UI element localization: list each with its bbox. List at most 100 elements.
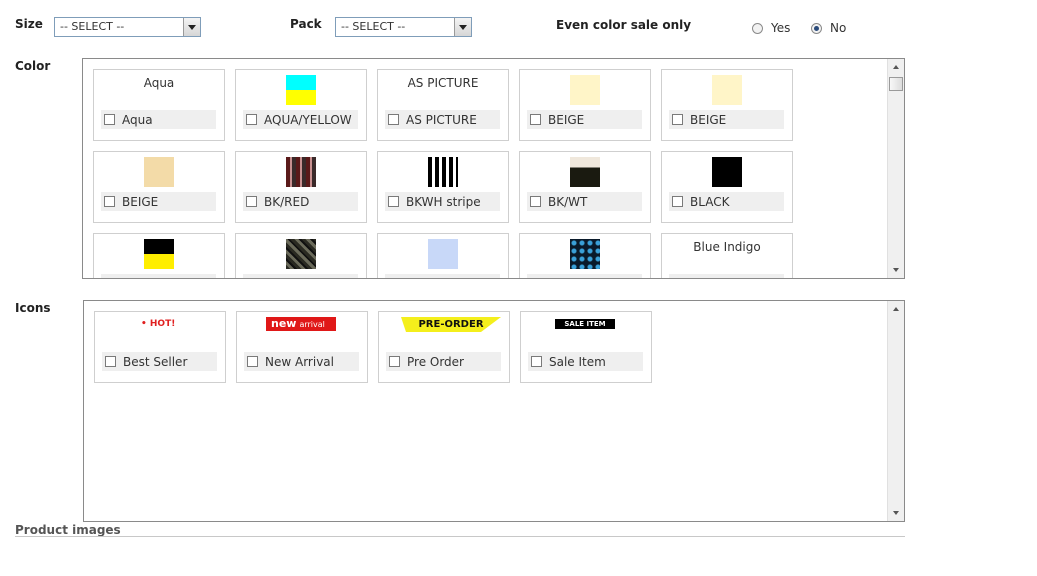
color-list[interactable]: Aqua Aqua AQUA/YELLOW AS PICTURE AS PICTURE B… bbox=[82, 58, 905, 279]
color-option[interactable]: BEIGE bbox=[101, 192, 216, 211]
color-option-label: BK/WT bbox=[548, 194, 588, 209]
checkbox[interactable] bbox=[530, 278, 541, 279]
color-option-label: AQUA/YELLOW bbox=[264, 112, 352, 127]
color-option[interactable] bbox=[101, 274, 216, 279]
color-option[interactable] bbox=[669, 274, 784, 279]
color-swatch bbox=[428, 157, 458, 187]
color-option-label: BK/RED bbox=[264, 194, 310, 209]
color-option-label: BKWH stripe bbox=[406, 194, 481, 209]
scroll-thumb[interactable] bbox=[889, 77, 903, 91]
icon-option[interactable]: Best Seller bbox=[102, 352, 217, 371]
color-tile[interactable]: AQUA/YELLOW bbox=[235, 69, 367, 141]
checkbox[interactable] bbox=[105, 356, 116, 367]
checkbox[interactable] bbox=[246, 278, 257, 279]
color-swatch bbox=[144, 239, 174, 269]
color-swatch-text: Blue Indigo bbox=[693, 240, 761, 254]
scroll-down-icon[interactable] bbox=[893, 268, 899, 272]
color-tile[interactable]: AS PICTURE AS PICTURE bbox=[377, 69, 509, 141]
color-option[interactable]: BKWH stripe bbox=[385, 192, 500, 211]
checkbox[interactable] bbox=[530, 114, 541, 125]
color-tile[interactable]: BEIGE bbox=[519, 69, 651, 141]
color-tile[interactable]: BLACK bbox=[661, 151, 793, 223]
color-option[interactable]: Aqua bbox=[101, 110, 216, 129]
section-divider bbox=[15, 536, 905, 537]
color-option[interactable]: BEIGE bbox=[527, 110, 642, 129]
color-tile[interactable] bbox=[235, 233, 367, 279]
icon-tile[interactable]: new arrival New Arrival bbox=[236, 311, 368, 383]
checkbox[interactable] bbox=[246, 196, 257, 207]
even-color-label: Even color sale only bbox=[556, 18, 692, 32]
checkbox[interactable] bbox=[672, 278, 683, 279]
color-tile[interactable]: BEIGE bbox=[661, 69, 793, 141]
color-option[interactable] bbox=[527, 274, 642, 279]
chevron-down-icon[interactable] bbox=[183, 18, 200, 36]
color-scrollbar[interactable] bbox=[887, 59, 904, 278]
icon-tile[interactable]: PRE-ORDER NOW! Pre Order bbox=[378, 311, 510, 383]
color-option[interactable]: BLACK bbox=[669, 192, 784, 211]
color-option-label: AS PICTURE bbox=[406, 112, 477, 127]
checkbox[interactable] bbox=[389, 356, 400, 367]
color-tile[interactable] bbox=[519, 233, 651, 279]
product-images-label: Product images bbox=[15, 523, 121, 537]
scroll-down-icon[interactable] bbox=[893, 511, 899, 515]
color-swatch bbox=[570, 75, 600, 105]
scroll-up-icon[interactable] bbox=[893, 65, 899, 69]
radio-no[interactable]: No bbox=[811, 21, 846, 35]
sale-item-badge-icon: SALE ITEM bbox=[555, 319, 615, 329]
pack-select[interactable]: -- SELECT -- bbox=[335, 17, 472, 37]
hot-badge-icon: • HOT! bbox=[141, 319, 176, 329]
color-option[interactable]: BK/WT bbox=[527, 192, 642, 211]
color-swatch bbox=[286, 157, 316, 187]
checkbox[interactable] bbox=[388, 196, 399, 207]
icons-scrollbar[interactable] bbox=[887, 301, 904, 521]
color-option-label: BEIGE bbox=[122, 194, 159, 209]
checkbox[interactable] bbox=[672, 196, 683, 207]
checkbox[interactable] bbox=[531, 356, 542, 367]
color-swatch-text: Aqua bbox=[143, 76, 175, 90]
radio-no-circle[interactable] bbox=[811, 22, 822, 34]
radio-yes-circle[interactable] bbox=[752, 22, 763, 34]
color-tile[interactable]: BK/WT bbox=[519, 151, 651, 223]
checkbox[interactable] bbox=[530, 196, 541, 207]
color-tile[interactable] bbox=[93, 233, 225, 279]
chevron-down-icon[interactable] bbox=[454, 18, 471, 36]
color-swatch bbox=[286, 75, 316, 105]
color-option-label: BEIGE bbox=[548, 112, 585, 127]
checkbox[interactable] bbox=[104, 278, 115, 279]
color-option[interactable]: AS PICTURE bbox=[385, 110, 500, 129]
icon-option[interactable]: Pre Order bbox=[386, 352, 501, 371]
radio-yes[interactable]: Yes bbox=[752, 21, 790, 35]
pack-select-value: -- SELECT -- bbox=[341, 20, 406, 33]
color-option[interactable]: BK/RED bbox=[243, 192, 358, 211]
icons-list[interactable]: • HOT! Best Seller new arrival New Arrival PR… bbox=[83, 300, 905, 522]
checkbox[interactable] bbox=[246, 114, 257, 125]
color-tile[interactable]: BEIGE bbox=[93, 151, 225, 223]
color-option[interactable]: BEIGE bbox=[669, 110, 784, 129]
checkbox[interactable] bbox=[388, 114, 399, 125]
checkbox[interactable] bbox=[672, 114, 683, 125]
checkbox[interactable] bbox=[104, 196, 115, 207]
color-option[interactable] bbox=[385, 274, 500, 279]
scroll-up-icon[interactable] bbox=[893, 307, 899, 311]
pre-order-badge-icon: PRE-ORDER NOW! bbox=[401, 317, 501, 332]
color-tile[interactable]: Aqua Aqua bbox=[93, 69, 225, 141]
color-option[interactable]: AQUA/YELLOW bbox=[243, 110, 358, 129]
icon-option[interactable]: Sale Item bbox=[528, 352, 643, 371]
checkbox[interactable] bbox=[104, 114, 115, 125]
icon-tile[interactable]: • HOT! Best Seller bbox=[94, 311, 226, 383]
color-tile[interactable] bbox=[377, 233, 509, 279]
color-swatch bbox=[712, 157, 742, 187]
size-select[interactable]: -- SELECT -- bbox=[54, 17, 201, 37]
color-label: Color bbox=[15, 59, 51, 73]
color-tile[interactable]: BK/RED bbox=[235, 151, 367, 223]
color-swatch bbox=[428, 239, 458, 269]
icon-tile[interactable]: SALE ITEM Sale Item bbox=[520, 311, 652, 383]
checkbox[interactable] bbox=[247, 356, 258, 367]
icon-option-label: Sale Item bbox=[549, 354, 606, 369]
color-tile[interactable]: BKWH stripe bbox=[377, 151, 509, 223]
color-option[interactable] bbox=[243, 274, 358, 279]
radio-no-label: No bbox=[830, 21, 847, 35]
checkbox[interactable] bbox=[388, 278, 399, 279]
icon-option[interactable]: New Arrival bbox=[244, 352, 359, 371]
color-tile[interactable]: Blue Indigo bbox=[661, 233, 793, 279]
